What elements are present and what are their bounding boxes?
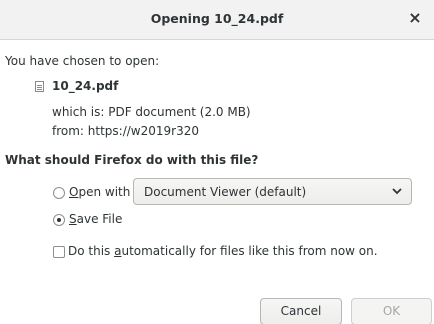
download-dialog: Opening 10_24.pdf × You have chosen to o… xyxy=(0,0,434,324)
file-type-line: which is: PDF document (2.0 MB) xyxy=(52,105,251,119)
auto-label-after: utomatically for files like this from no… xyxy=(121,244,378,258)
close-icon[interactable]: × xyxy=(406,8,424,28)
save-file-accel: S xyxy=(69,212,77,226)
open-with-radio[interactable] xyxy=(53,187,65,199)
action-question: What should Firefox do with this file? xyxy=(5,153,259,167)
title-bar[interactable]: Opening 10_24.pdf × xyxy=(0,0,434,40)
save-file-label[interactable]: Save File xyxy=(69,212,122,226)
open-with-label[interactable]: Open with xyxy=(69,185,130,199)
chevron-down-icon xyxy=(392,188,402,195)
dialog-body: You have chosen to open: 10_24.pdf which… xyxy=(0,40,434,324)
auto-checkbox[interactable] xyxy=(53,246,65,258)
application-select[interactable]: Document Viewer (default) xyxy=(133,178,412,205)
ok-button[interactable]: OK xyxy=(351,298,432,324)
file-source-line: from: https://w2019r320 xyxy=(52,124,199,138)
cancel-button[interactable]: Cancel xyxy=(260,298,342,324)
save-file-radio[interactable] xyxy=(53,214,65,226)
application-select-value: Document Viewer (default) xyxy=(144,185,307,199)
auto-label[interactable]: Do this automatically for files like thi… xyxy=(68,244,378,258)
save-file-label-rest: ave File xyxy=(76,212,123,226)
file-icon xyxy=(35,81,44,92)
window-title: Opening 10_24.pdf xyxy=(150,11,284,26)
auto-label-before: Do this xyxy=(68,244,115,258)
open-with-label-rest: pen with xyxy=(78,185,131,199)
chosen-label: You have chosen to open: xyxy=(5,54,160,68)
file-name: 10_24.pdf xyxy=(52,79,119,93)
